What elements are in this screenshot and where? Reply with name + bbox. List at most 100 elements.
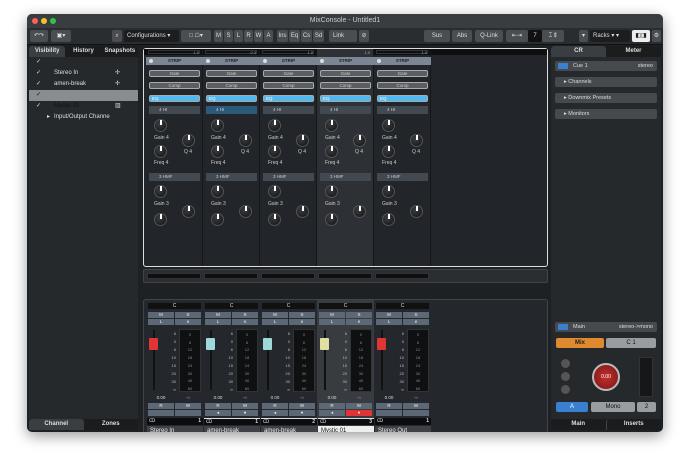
- tab-inserts[interactable]: Inserts: [605, 419, 661, 430]
- gain4-knob[interactable]: [382, 119, 395, 132]
- channel-count[interactable]: 7: [528, 30, 542, 42]
- gate-button[interactable]: Gate: [149, 70, 200, 77]
- q4-knob[interactable]: [239, 134, 252, 147]
- tab-history[interactable]: History: [65, 46, 101, 57]
- cue-row[interactable]: Cue 1 stereo: [555, 61, 657, 71]
- q4-knob[interactable]: [182, 134, 195, 147]
- toolbar-button-w[interactable]: W: [254, 30, 263, 42]
- toolbar-button-r[interactable]: R: [244, 30, 253, 42]
- channel-height-icon[interactable]: ⌶ ⇕: [542, 30, 564, 42]
- comp-button[interactable]: Comp: [206, 82, 257, 89]
- channel-width-icon[interactable]: ⇤⇥: [506, 30, 528, 42]
- power-icon[interactable]: [320, 59, 324, 63]
- q4-knob[interactable]: [296, 134, 309, 147]
- solo-button[interactable]: S: [289, 312, 315, 318]
- eq-button[interactable]: EQ: [377, 95, 428, 102]
- mute-button[interactable]: M: [376, 312, 402, 318]
- zoom-button[interactable]: [50, 18, 56, 24]
- two-button[interactable]: 2: [637, 402, 656, 412]
- monitor-button[interactable]: ◂: [205, 410, 231, 416]
- toolbar-cs-button[interactable]: Cs: [301, 30, 312, 42]
- tab-main[interactable]: Main: [551, 419, 606, 430]
- toolbar-ins-button[interactable]: Ins: [277, 30, 288, 42]
- volume-value[interactable]: 0.00: [262, 395, 288, 400]
- tab-zones[interactable]: Zones: [84, 419, 139, 430]
- volume-fader[interactable]: [206, 338, 215, 350]
- config-icons[interactable]: □ ☖▾: [181, 30, 211, 42]
- q3-knob[interactable]: [296, 205, 309, 218]
- channel-name[interactable]: amen-break: [204, 426, 260, 432]
- volume-fader[interactable]: [263, 338, 272, 350]
- gain4-knob[interactable]: [154, 119, 167, 132]
- racks-dropdown[interactable]: Racks ▾ ▾: [590, 30, 630, 42]
- write-automation-button[interactable]: W: [232, 403, 258, 409]
- channel-name[interactable]: Stereo Out: [375, 426, 431, 432]
- empty-button[interactable]: [403, 410, 429, 416]
- solo-button[interactable]: S: [232, 312, 258, 318]
- gain4-knob[interactable]: [211, 119, 224, 132]
- q4-knob[interactable]: [410, 134, 423, 147]
- search-icon[interactable]: ⌕: [112, 30, 122, 42]
- eq-band-4[interactable]: 4 HI: [320, 106, 371, 114]
- edit-button[interactable]: e: [289, 319, 315, 325]
- volume-fader[interactable]: [149, 338, 158, 350]
- eq-button[interactable]: EQ: [320, 95, 371, 102]
- checkbox[interactable]: ✓: [36, 81, 41, 87]
- tab-visibility[interactable]: Visibility: [29, 46, 66, 57]
- section-channels[interactable]: ▸ Channels: [555, 77, 657, 87]
- qlink-button[interactable]: Q-Link: [475, 30, 503, 42]
- strip-header[interactable]: STRIP: [374, 57, 431, 65]
- volume-fader[interactable]: [377, 338, 386, 350]
- edit-button[interactable]: e: [232, 319, 258, 325]
- volume-value[interactable]: 0.00: [148, 395, 174, 400]
- volume-value[interactable]: 0.00: [376, 395, 402, 400]
- main-row[interactable]: Main stereo->mono: [555, 322, 657, 332]
- channel-name[interactable]: Mystic 01: [318, 426, 374, 432]
- mute-button[interactable]: M: [262, 312, 288, 318]
- sus-button[interactable]: Sus: [424, 30, 450, 42]
- solo-button[interactable]: S: [175, 312, 201, 318]
- edit-button[interactable]: e: [403, 319, 429, 325]
- visibility-item[interactable]: ✓amen-break✢: [29, 68, 138, 87]
- tab-channel[interactable]: Channel: [29, 419, 84, 430]
- gate-button[interactable]: Gate: [263, 70, 314, 77]
- eq-band-4[interactable]: 4 HI: [149, 106, 200, 114]
- control-room-level-knob[interactable]: 0.00: [592, 363, 620, 391]
- listen-button[interactable]: L: [262, 319, 288, 325]
- mini-rack-slot[interactable]: [318, 273, 372, 279]
- mini-rack-slot[interactable]: [261, 273, 315, 279]
- record-button[interactable]: ●: [232, 410, 258, 416]
- mute-button[interactable]: M: [319, 312, 345, 318]
- read-automation-button[interactable]: R: [376, 403, 402, 409]
- pan-control[interactable]: C: [262, 303, 315, 309]
- toolbar-button-m[interactable]: M: [214, 30, 223, 42]
- listen-button[interactable]: L: [319, 319, 345, 325]
- dim-icon[interactable]: [561, 359, 570, 368]
- power-icon[interactable]: [377, 59, 381, 63]
- edit-button[interactable]: e: [175, 319, 201, 325]
- gate-button[interactable]: Gate: [206, 70, 257, 77]
- gain4-knob[interactable]: [268, 119, 281, 132]
- section-monitors[interactable]: ▸ Monitors: [555, 109, 657, 119]
- q3-knob[interactable]: [239, 205, 252, 218]
- volume-value[interactable]: 0.00: [319, 395, 345, 400]
- eq-band-3[interactable]: 3 HMF: [377, 173, 428, 181]
- eq-band-3[interactable]: 3 HMF: [320, 173, 371, 181]
- layout-toggle-icon[interactable]: ◧◨: [632, 30, 650, 42]
- mini-rack-slot[interactable]: [204, 273, 258, 279]
- pan-control[interactable]: C: [376, 303, 429, 309]
- visibility-item[interactable]: ✓ Stereo In ✢: [29, 57, 138, 76]
- toolbar-eq-button[interactable]: Eq: [289, 30, 300, 42]
- solo-button[interactable]: S: [403, 312, 429, 318]
- freq4-knob[interactable]: [211, 145, 224, 158]
- close-button[interactable]: [32, 18, 38, 24]
- freq3-knob[interactable]: [382, 213, 395, 226]
- visibility-item[interactable]: ✓ ▸ Input/Output Channe: [29, 101, 138, 120]
- c1-button[interactable]: C 1: [606, 338, 656, 348]
- read-automation-button[interactable]: R: [148, 403, 174, 409]
- configurations-dropdown[interactable]: Configurations ▾: [124, 30, 179, 42]
- eq-band-3[interactable]: 3 HMF: [206, 173, 257, 181]
- eq-band-4[interactable]: 4 HI: [377, 106, 428, 114]
- toolbar-sd-button[interactable]: Sd: [313, 30, 324, 42]
- freq4-knob[interactable]: [382, 145, 395, 158]
